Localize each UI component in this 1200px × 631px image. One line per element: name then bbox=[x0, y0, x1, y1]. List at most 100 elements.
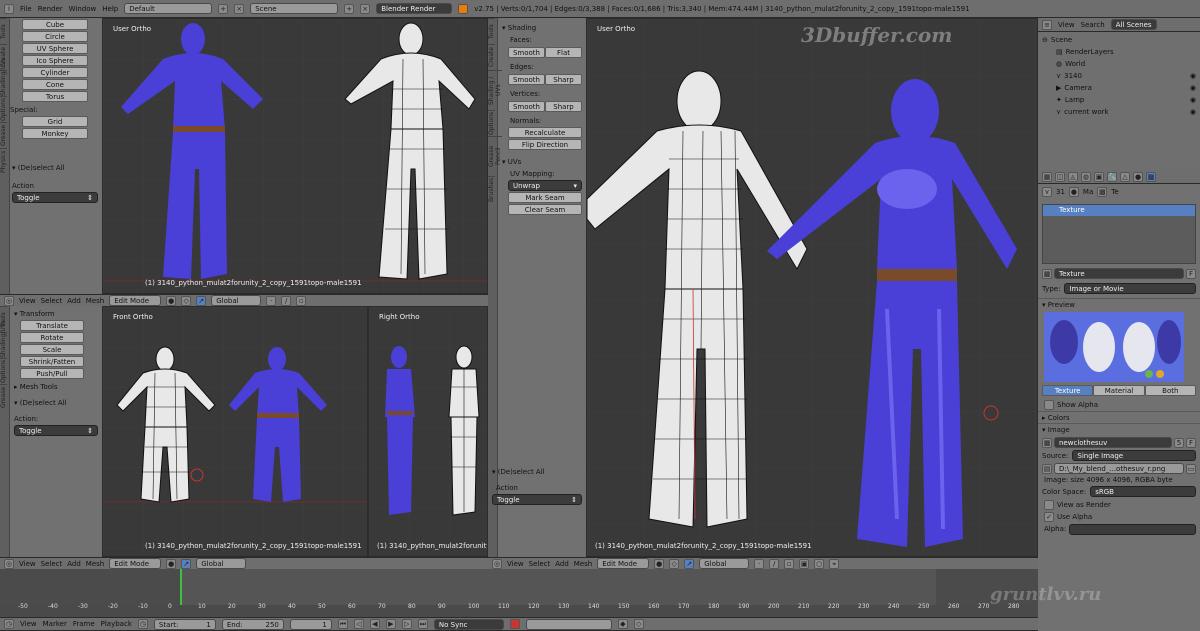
play-reverse-icon[interactable]: ◀ bbox=[369, 619, 380, 629]
mode-selector[interactable]: Edit Mode bbox=[597, 558, 650, 569]
render-engine-selector[interactable]: Blender Render bbox=[376, 3, 453, 14]
edge-select-icon[interactable]: / bbox=[281, 295, 292, 306]
add-torus-button[interactable]: Torus bbox=[22, 91, 88, 102]
tab-options[interactable]: Options bbox=[0, 96, 7, 122]
current-frame-field[interactable]: 1 bbox=[289, 618, 332, 630]
editor-type-icon[interactable]: ◎ bbox=[4, 295, 14, 306]
pack-icon[interactable]: ▤ bbox=[1042, 463, 1052, 474]
scene-tab-icon[interactable]: ◬ bbox=[1068, 171, 1078, 182]
texture-name-field[interactable]: Texture bbox=[1054, 268, 1184, 279]
editor-type-icon[interactable]: ◎ bbox=[4, 558, 14, 569]
tab-options-mid[interactable]: Options bbox=[488, 110, 495, 136]
info-editor-icon[interactable]: i bbox=[4, 3, 14, 14]
flip-direction-button[interactable]: Flip Direction bbox=[508, 139, 582, 150]
vertices-smooth-button[interactable]: Smooth bbox=[508, 101, 545, 112]
remove-scene-icon[interactable]: × bbox=[360, 3, 371, 14]
texture-slot-empty[interactable] bbox=[1043, 238, 1195, 249]
tree-item-3140[interactable]: ⋎ 3140 ◉ bbox=[1042, 70, 1196, 82]
rotate-button[interactable]: Rotate bbox=[20, 332, 84, 343]
use-alpha-checkbox[interactable]: ✓ bbox=[1044, 512, 1054, 522]
visibility-eye-icon[interactable]: ◉ bbox=[1190, 70, 1196, 82]
mesh-tools-header[interactable]: ▸ Mesh Tools bbox=[14, 383, 98, 391]
menu-mesh[interactable]: Mesh bbox=[86, 297, 104, 305]
timeline-editor-icon[interactable]: ◷ bbox=[4, 619, 14, 629]
deselect-panel-header[interactable]: ▾ (De)select All bbox=[12, 164, 98, 172]
viewport-right[interactable]: Right Ortho (1) 3140_python_mulat2foruni… bbox=[368, 306, 488, 557]
edge-select-icon[interactable]: / bbox=[769, 558, 780, 569]
occlude-icon[interactable]: ▣ bbox=[799, 558, 810, 569]
orientation-selector[interactable]: Global bbox=[196, 558, 247, 569]
next-keyframe-icon[interactable]: ▷ bbox=[401, 619, 412, 629]
file-browse-icon[interactable]: ▭ bbox=[1186, 463, 1196, 474]
menu-help[interactable]: Help bbox=[102, 5, 118, 13]
image-panel-header[interactable]: ▾ Image bbox=[1038, 423, 1200, 435]
mode-selector[interactable]: Edit Mode bbox=[109, 558, 162, 569]
add-uv-sphere-button[interactable]: UV Sphere bbox=[22, 43, 88, 54]
preview-tab-material[interactable]: Material bbox=[1093, 385, 1145, 396]
preview-tab-both[interactable]: Both bbox=[1144, 385, 1196, 396]
colors-panel-header[interactable]: ▸ Colors bbox=[1038, 411, 1200, 423]
shading-icon[interactable]: ● bbox=[166, 295, 177, 306]
show-alpha-checkbox[interactable] bbox=[1044, 400, 1054, 410]
jump-end-icon[interactable]: ⏭ bbox=[417, 619, 428, 629]
tree-item-renderlayers[interactable]: ▤ RenderLayers bbox=[1042, 46, 1196, 58]
tab-shading-uvs[interactable]: Shading/UVs bbox=[0, 58, 7, 96]
editor-type-icon[interactable]: ◎ bbox=[492, 558, 502, 569]
pivot-icon[interactable]: ◇ bbox=[669, 558, 680, 569]
world-tab-icon[interactable]: ◍ bbox=[1081, 171, 1091, 182]
tree-item-world[interactable]: ◍ World bbox=[1042, 58, 1196, 70]
preview-range-icon[interactable]: ◷ bbox=[137, 619, 148, 629]
add-grid-button[interactable]: Grid bbox=[22, 116, 88, 127]
orientation-selector[interactable]: Global bbox=[699, 558, 750, 569]
recalculate-button[interactable]: Recalculate bbox=[508, 127, 582, 138]
action-dropdown[interactable]: Toggle ⇕ bbox=[12, 192, 98, 203]
jump-start-icon[interactable]: ⏮ bbox=[337, 619, 348, 629]
shading-icon[interactable]: ● bbox=[654, 558, 665, 569]
keying-set-field[interactable] bbox=[525, 618, 612, 630]
preview-tab-texture[interactable]: Texture bbox=[1042, 385, 1094, 396]
end-frame-field[interactable]: End: 250 bbox=[221, 618, 284, 630]
add-scene-icon[interactable]: + bbox=[344, 3, 355, 14]
manipulator-icon[interactable]: ↗ bbox=[684, 558, 695, 569]
menu-view[interactable]: View bbox=[19, 560, 36, 568]
image-name-field[interactable]: newclothesuv bbox=[1054, 437, 1172, 448]
timeline-area[interactable] bbox=[0, 569, 1038, 605]
object-tab-icon[interactable]: ▣ bbox=[1094, 171, 1104, 182]
menu-add[interactable]: Add bbox=[67, 297, 81, 305]
pivot-icon[interactable]: ◇ bbox=[181, 295, 192, 306]
tree-item-current-work[interactable]: ⋎ current work ◉ bbox=[1042, 106, 1196, 118]
deselect-panel-header-bottom[interactable]: ▾ (De)select All bbox=[14, 399, 98, 407]
snap-icon[interactable]: ⌖ bbox=[829, 558, 840, 569]
add-ico-sphere-button[interactable]: Ico Sphere bbox=[22, 55, 88, 66]
proportional-edit-icon[interactable]: ○ bbox=[814, 558, 825, 569]
type-dropdown[interactable]: Image or Movie bbox=[1064, 283, 1196, 294]
timeline-menu-marker[interactable]: Marker bbox=[43, 620, 67, 628]
visibility-eye-icon[interactable]: ◉ bbox=[1190, 82, 1196, 94]
outliner-menu-search[interactable]: Search bbox=[1081, 21, 1105, 29]
menu-window[interactable]: Window bbox=[69, 5, 97, 13]
remove-layout-icon[interactable]: × bbox=[234, 3, 245, 14]
shading-icon[interactable]: ● bbox=[166, 558, 177, 569]
viewport-top-left[interactable]: User Ortho (1) 3140_python_mulat2forunit… bbox=[102, 18, 488, 294]
add-circle-button[interactable]: Circle bbox=[22, 31, 88, 42]
tab-tools[interactable]: Tools bbox=[0, 18, 7, 44]
menu-view[interactable]: View bbox=[19, 297, 36, 305]
manipulator-icon[interactable]: ↗ bbox=[181, 558, 192, 569]
fake-user-button[interactable]: F bbox=[1186, 268, 1196, 279]
texture-slot-list[interactable]: Texture bbox=[1042, 204, 1196, 264]
tab-grease[interactable]: Grease bbox=[0, 122, 7, 148]
face-select-icon[interactable]: ▫ bbox=[296, 295, 307, 306]
shrink-fatten-button[interactable]: Shrink/Fatten bbox=[20, 356, 84, 367]
orientation-selector[interactable]: Global bbox=[211, 295, 262, 306]
modifier-tab-icon[interactable]: 🔧 bbox=[1107, 171, 1117, 182]
timeline-menu-frame[interactable]: Frame bbox=[73, 620, 95, 628]
shading-panel-header[interactable]: ▾ Shading bbox=[502, 24, 582, 32]
tree-item-scene[interactable]: ⊖ Scene bbox=[1042, 34, 1196, 46]
visibility-eye-icon[interactable]: ◉ bbox=[1190, 106, 1196, 118]
alpha-dropdown[interactable] bbox=[1069, 523, 1196, 535]
scale-button[interactable]: Scale bbox=[20, 344, 84, 355]
insert-keyframe-icon[interactable]: ◆ bbox=[617, 619, 628, 629]
texture-type-icon[interactable]: ▩ bbox=[1042, 268, 1052, 279]
tab-shading-uvs-mid[interactable]: Shading / UVs bbox=[488, 70, 502, 110]
faces-flat-button[interactable]: Flat bbox=[545, 47, 582, 58]
